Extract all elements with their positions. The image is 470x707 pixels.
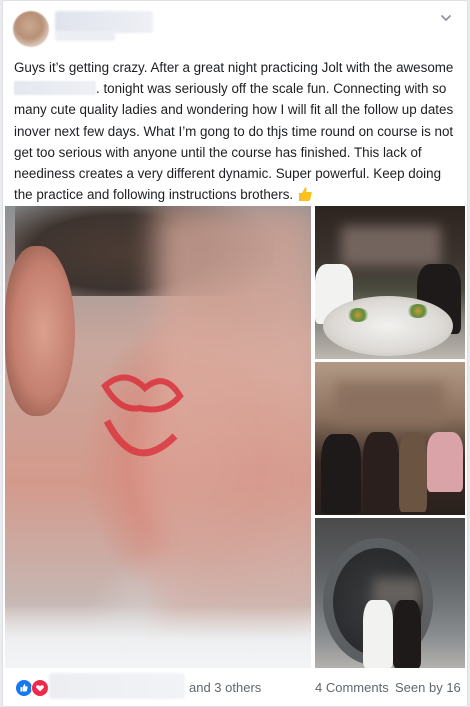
post-header [3,1,467,49]
post-footer: and 3 others 4 Comments Seen by 16 [3,671,467,707]
faces-redacted [335,382,445,424]
person-shape [321,434,361,514]
author-name-redacted[interactable] [55,11,153,33]
photo-vault[interactable] [315,518,465,668]
table-shape [323,296,453,356]
post-text-part1: Guys it’s getting crazy. After a great n… [14,60,454,75]
lipstick-mark [101,374,184,457]
thumbs-up-emoji-icon [298,187,312,202]
photo-group-couch[interactable] [315,362,465,515]
photo-shirt-region [5,606,311,668]
post-meta-redacted [55,31,115,41]
mention-redacted[interactable] [14,81,96,96]
seen-by-link[interactable]: Seen by 16 [395,680,461,695]
photo-ear-region [5,246,75,416]
plate-shape [347,308,369,322]
person-shape [363,432,399,512]
photo-restaurant[interactable] [315,206,465,359]
reactor-names-redacted[interactable] [49,673,185,699]
post-card: Guys it’s getting crazy. After a great n… [2,0,468,707]
love-reaction-icon[interactable] [31,679,49,697]
reactions-others-link[interactable]: and 3 others [189,680,261,695]
plate-shape [407,304,429,318]
person-shape [363,600,393,668]
post-text-part2: . tonight was seriously off the scale fu… [14,81,454,203]
person-shape [399,432,427,512]
faces-redacted [341,226,441,266]
avatar[interactable] [13,11,49,47]
person-shape [393,600,421,668]
comments-count-link[interactable]: 4 Comments [315,680,389,695]
chevron-down-icon[interactable] [439,11,453,25]
photo-grid [3,206,467,670]
person-shape [427,432,463,492]
photo-main[interactable] [5,206,311,668]
post-text: Guys it’s getting crazy. After a great n… [14,57,460,227]
